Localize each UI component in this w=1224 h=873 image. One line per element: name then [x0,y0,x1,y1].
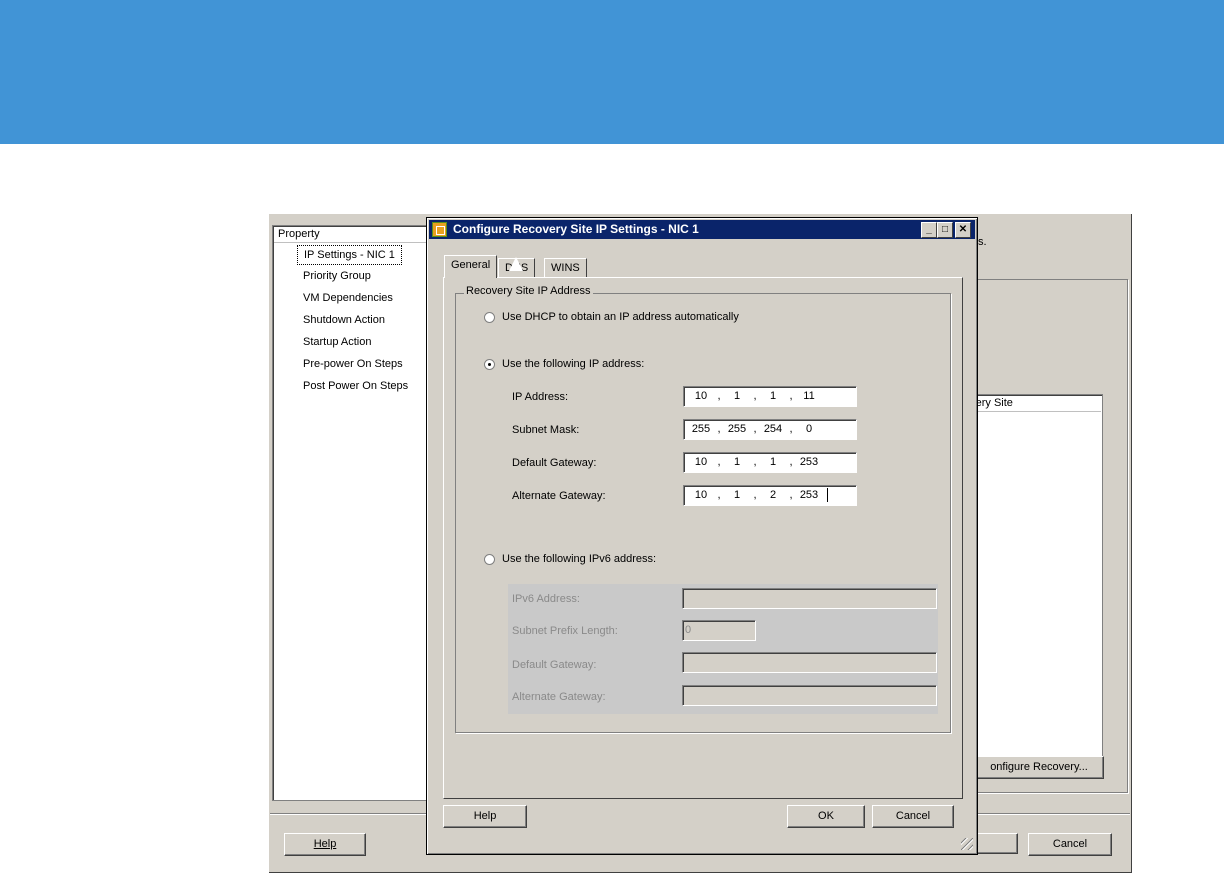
gw-octet-4: 253 [799,456,819,468]
mask-octet-2: 255 [727,423,747,435]
mouse-pointer-icon [509,257,523,271]
cancel-button[interactable]: Cancel [1028,833,1112,856]
ipv6-disabled-region: IPv6 Address: Subnet Prefix Length: 0 De… [508,584,938,714]
agw-octet-2: 1 [733,489,741,501]
property-item-startup-action[interactable]: Startup Action [303,333,372,351]
default-gateway-label: Default Gateway: [512,457,597,469]
tab-wins[interactable]: WINS [544,258,587,278]
mask-octet-1: 255 [691,423,711,435]
gw-dot: , [789,456,793,468]
alternate-gateway-field[interactable]: 10 , 1 , 2 , 253 [683,485,857,506]
mask-octet-3: 254 [763,423,783,435]
ip-octet-3: 1 [769,390,777,402]
minimize-icon[interactable]: _ [921,222,937,238]
scroll-separator [950,298,951,534]
recovery-ip-group-title: Recovery Site IP Address [464,285,593,297]
agw-dot: , [753,489,757,501]
vsphere-app-icon [432,222,447,237]
default-gateway-field[interactable]: 10 , 1 , 1 , 253 [683,452,857,473]
maximize-icon[interactable]: □ [937,222,953,238]
static-ip-label[interactable]: Use the following IP address: [502,358,644,370]
ip-octet-4: 11 [803,390,815,402]
ipv6-address-field [682,588,937,609]
alternate-gateway-label: Alternate Gateway: [512,490,606,502]
general-tab-panel: Recovery Site IP Address Use DHCP to obt… [443,277,963,799]
mask-dot: , [753,423,757,435]
resize-grip-icon[interactable] [961,838,973,850]
ip-dot: , [753,390,757,402]
ip-settings-dialog: Configure Recovery Site IP Settings - NI… [426,217,978,855]
recovery-site-list[interactable]: overy Site [958,394,1103,770]
help-button[interactable]: Help [284,833,366,856]
dhcp-label[interactable]: Use DHCP to obtain an IP address automat… [502,311,739,323]
ip-dot: , [717,390,721,402]
subnet-prefix-value: 0 [684,624,692,636]
ip-address-field[interactable]: 10 , 1 , 1 , 11 [683,386,857,407]
ipv6-alternate-gateway-label: Alternate Gateway: [512,691,606,703]
property-item-vm-dependencies[interactable]: VM Dependencies [303,289,393,307]
dialog-ok-button[interactable]: OK [787,805,865,828]
mask-dot: , [717,423,721,435]
agw-dot: , [717,489,721,501]
dialog-cancel-button[interactable]: Cancel [872,805,954,828]
recovery-site-column-header[interactable]: overy Site [960,396,1101,412]
dialog-titlebar[interactable]: Configure Recovery Site IP Settings - NI… [429,220,975,239]
property-column-header[interactable]: Property [274,227,426,243]
ipv6-default-gateway-field [682,652,937,673]
static-ip-radio[interactable] [484,359,495,370]
close-icon[interactable]: ✕ [955,222,971,238]
agw-octet-3: 2 [769,489,777,501]
tab-general[interactable]: General [444,255,498,278]
agw-octet-1: 10 [694,489,708,501]
ipv6-address-label: IPv6 Address: [512,593,580,605]
gw-octet-2: 1 [733,456,741,468]
gw-octet-3: 1 [769,456,777,468]
property-item-priority-group[interactable]: Priority Group [303,267,371,285]
property-item-ip-settings[interactable]: IP Settings - NIC 1 [297,245,402,265]
ipv6-label[interactable]: Use the following IPv6 address: [502,553,656,565]
subnet-mask-label: Subnet Mask: [512,424,580,436]
dialog-help-button[interactable]: Help [443,805,527,828]
ip-dot: , [789,390,793,402]
gw-dot: , [717,456,721,468]
mask-dot: , [789,423,793,435]
agw-octet-4: 253 [799,489,819,501]
dhcp-radio[interactable] [484,312,495,323]
property-item-shutdown-action[interactable]: Shutdown Action [303,311,385,329]
ipv6-default-gateway-label: Default Gateway: [512,659,597,671]
header-banner [0,0,1224,144]
subnet-mask-field[interactable]: 255 , 255 , 254 , 0 [683,419,857,440]
subnet-prefix-label: Subnet Prefix Length: [512,625,618,637]
ipv6-alternate-gateway-field [682,685,937,706]
dialog-title: Configure Recovery Site IP Settings - NI… [453,222,699,236]
configure-recovery-button[interactable]: onfigure Recovery... [974,756,1104,779]
agw-dot: , [789,489,793,501]
description-fragment: s. [978,236,987,248]
mask-octet-4: 0 [805,423,813,435]
ipv6-radio[interactable] [484,554,495,565]
subnet-prefix-field: 0 [682,620,756,641]
ip-octet-1: 10 [694,390,708,402]
property-list[interactable]: Property IP Settings - NIC 1 Priority Gr… [272,225,428,801]
ip-octet-2: 1 [733,390,741,402]
ip-address-label: IP Address: [512,391,569,403]
gw-dot: , [753,456,757,468]
property-item-post-power-on[interactable]: Post Power On Steps [303,377,408,395]
gw-octet-1: 10 [694,456,708,468]
property-item-pre-power-on[interactable]: Pre-power On Steps [303,355,403,373]
text-caret [827,488,828,502]
